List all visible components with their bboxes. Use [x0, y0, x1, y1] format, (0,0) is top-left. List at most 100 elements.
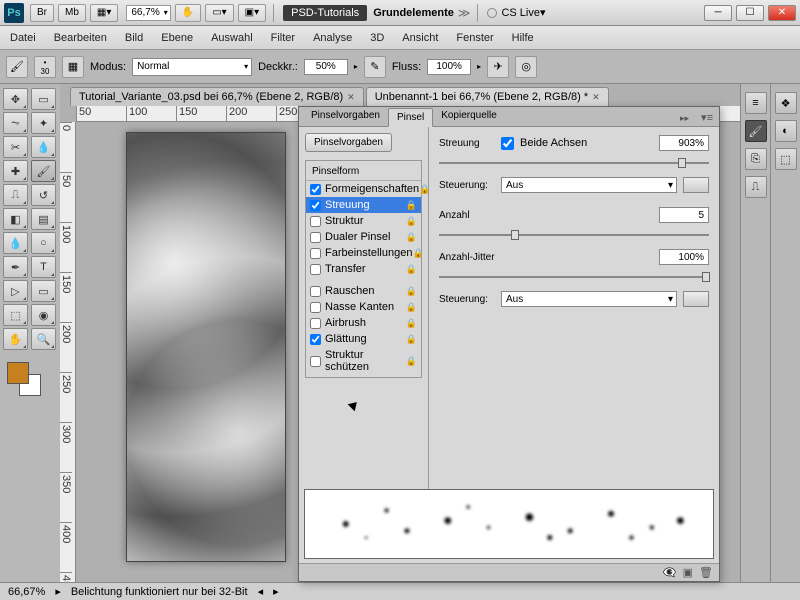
- both-axes-checkbox[interactable]: [501, 137, 514, 150]
- workspace-name[interactable]: Grundelemente: [373, 7, 454, 19]
- history-brush-tool[interactable]: ↺: [31, 184, 56, 206]
- menu-bearbeiten[interactable]: Bearbeiten: [54, 32, 107, 44]
- move-tool[interactable]: ✥: [3, 88, 28, 110]
- active-tool-icon[interactable]: 🖌: [6, 56, 28, 78]
- lock-icon[interactable]: 🔒: [406, 356, 417, 367]
- tablet-pressure-button[interactable]: ◎: [515, 56, 537, 78]
- eraser-tool[interactable]: ◧: [3, 208, 28, 230]
- shape-tool[interactable]: ▭: [31, 280, 56, 302]
- menu-ebene[interactable]: Ebene: [161, 32, 193, 44]
- brush-option-8[interactable]: Airbrush🔒: [306, 315, 421, 331]
- count-jitter-value-input[interactable]: [659, 249, 709, 265]
- flow-dropdown-icon[interactable]: ▸: [477, 62, 481, 71]
- menu-hilfe[interactable]: Hilfe: [512, 32, 534, 44]
- panel-tab-pinselvorgaben[interactable]: Pinselvorgaben: [303, 107, 388, 126]
- opacity-input[interactable]: [304, 59, 348, 75]
- document-tab[interactable]: Unbenannt-1 bei 66,7% (Ebene 2, RGB/8) *…: [366, 87, 609, 106]
- hand-tool[interactable]: ✋: [3, 328, 28, 350]
- brush-tip-shape-header[interactable]: Pinselform: [306, 163, 421, 181]
- stamp-tool[interactable]: ⎍: [3, 184, 28, 206]
- panel-tab-kopierquelle[interactable]: Kopierquelle: [433, 107, 505, 126]
- toggle-preview-icon[interactable]: 👁‍🗨: [663, 566, 677, 579]
- scatter-value-input[interactable]: [659, 135, 709, 151]
- lock-icon[interactable]: 🔒: [406, 318, 417, 329]
- menu-3d[interactable]: 3D: [370, 32, 384, 44]
- brush-option-checkbox[interactable]: [310, 232, 321, 243]
- brush-option-checkbox[interactable]: [310, 248, 321, 259]
- brush-preset-picker[interactable]: •30: [34, 56, 56, 78]
- panel-icon-paths[interactable]: ⬚: [775, 148, 797, 170]
- brush-option-0[interactable]: Formeigenschaften🔒: [306, 181, 421, 197]
- 3d-camera-tool[interactable]: ◉: [31, 304, 56, 326]
- minibridge-button[interactable]: Mb: [58, 4, 86, 22]
- scatter-slider[interactable]: [439, 157, 709, 169]
- brush-option-5[interactable]: Transfer🔒: [306, 261, 421, 277]
- view-extras-button[interactable]: ▦▾: [90, 4, 118, 22]
- panel-icon-4[interactable]: ⎍: [745, 176, 767, 198]
- brush-option-3[interactable]: Dualer Pinsel🔒: [306, 229, 421, 245]
- bridge-button[interactable]: Br: [30, 4, 54, 22]
- menu-bild[interactable]: Bild: [125, 32, 143, 44]
- brush-option-checkbox[interactable]: [310, 356, 321, 367]
- lock-icon[interactable]: 🔒: [406, 302, 417, 313]
- opacity-pressure-button[interactable]: ✎: [364, 56, 386, 78]
- brush-option-checkbox[interactable]: [310, 184, 321, 195]
- brush-option-1[interactable]: Streuung🔒: [306, 197, 421, 213]
- minimize-button[interactable]: ─: [704, 5, 732, 21]
- foreground-color[interactable]: [7, 362, 29, 384]
- brush-option-10[interactable]: Struktur schützen🔒: [306, 347, 421, 375]
- menu-filter[interactable]: Filter: [271, 32, 295, 44]
- eyedropper-tool[interactable]: 💧: [31, 136, 56, 158]
- flow-input[interactable]: [427, 59, 471, 75]
- brush-option-checkbox[interactable]: [310, 334, 321, 345]
- panel-collapse-icon[interactable]: ▸▸: [674, 111, 695, 126]
- lasso-tool[interactable]: ⏦: [3, 112, 28, 134]
- gradient-tool[interactable]: ▤: [31, 208, 56, 230]
- hand-tool-button[interactable]: ✋: [175, 4, 201, 22]
- status-zoom[interactable]: 66,67%: [8, 586, 45, 598]
- brush-option-9[interactable]: Glättung🔒: [306, 331, 421, 347]
- scatter-control-select[interactable]: Aus: [501, 177, 677, 193]
- brush-panel-toggle[interactable]: ▦: [62, 56, 84, 78]
- brush-option-checkbox[interactable]: [310, 286, 321, 297]
- panel-icon-brush[interactable]: 🖌: [745, 120, 767, 142]
- maximize-button[interactable]: ☐: [736, 5, 764, 21]
- panel-tab-pinsel[interactable]: Pinsel: [388, 108, 433, 127]
- zoom-tool[interactable]: 🔍: [31, 328, 56, 350]
- color-swatches[interactable]: [3, 358, 57, 398]
- panel-menu-icon[interactable]: ▾≡: [695, 109, 719, 126]
- blur-tool[interactable]: 💧: [3, 232, 28, 254]
- lock-icon[interactable]: 🔒: [406, 264, 417, 275]
- airbrush-button[interactable]: ✈: [487, 56, 509, 78]
- 3d-tool[interactable]: ⬚: [3, 304, 28, 326]
- brush-option-checkbox[interactable]: [310, 200, 321, 211]
- screen-mode-button[interactable]: ▣▾: [238, 4, 266, 22]
- lock-icon[interactable]: 🔒: [406, 334, 417, 345]
- wand-tool[interactable]: ✦: [31, 112, 56, 134]
- count-slider[interactable]: [439, 229, 709, 241]
- menu-fenster[interactable]: Fenster: [456, 32, 493, 44]
- count-value-input[interactable]: [659, 207, 709, 223]
- workspace-badge[interactable]: PSD-Tutorials: [283, 5, 367, 21]
- type-tool[interactable]: T: [31, 256, 56, 278]
- close-icon[interactable]: ✕: [592, 92, 600, 103]
- status-scroll-left-icon[interactable]: ◂: [258, 585, 264, 598]
- brush-presets-button[interactable]: Pinselvorgaben: [305, 133, 392, 152]
- panel-icon-layers[interactable]: ❖: [775, 92, 797, 114]
- document-tab[interactable]: Tutorial_Variante_03.psd bei 66,7% (Eben…: [70, 87, 364, 106]
- panel-icon-1[interactable]: ≡: [745, 92, 767, 114]
- menu-analyse[interactable]: Analyse: [313, 32, 352, 44]
- menu-datei[interactable]: Datei: [10, 32, 36, 44]
- lock-icon[interactable]: 🔒: [412, 248, 423, 259]
- lock-icon[interactable]: 🔒: [406, 216, 417, 227]
- lock-icon[interactable]: 🔒: [406, 200, 417, 211]
- document-canvas[interactable]: [126, 132, 286, 562]
- lock-icon[interactable]: 🔒: [419, 184, 430, 195]
- workspace-more-icon[interactable]: ≫: [458, 6, 471, 20]
- path-select-tool[interactable]: ▷: [3, 280, 28, 302]
- count-jitter-slider[interactable]: [439, 271, 709, 283]
- status-scroll-right-icon[interactable]: ▸: [273, 585, 279, 598]
- menu-ansicht[interactable]: Ansicht: [402, 32, 438, 44]
- brush-option-checkbox[interactable]: [310, 302, 321, 313]
- brush-option-7[interactable]: Nasse Kanten🔒: [306, 299, 421, 315]
